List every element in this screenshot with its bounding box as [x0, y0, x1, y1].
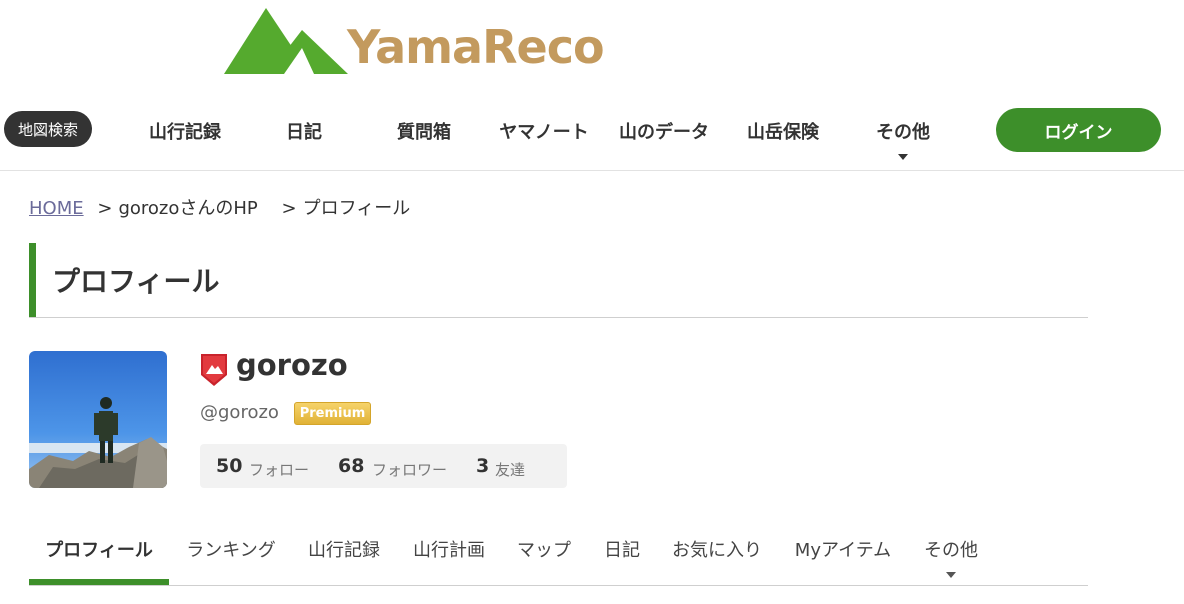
chevron-down-icon[interactable] — [946, 572, 956, 578]
breadcrumb: HOME > gorozoさんのHP > プロフィール — [29, 194, 410, 220]
tab-my-items[interactable]: Myアイテム — [795, 536, 891, 562]
follow-stats: 50 フォロー 68 フォロワー 3 友達 — [200, 444, 567, 488]
profile-handle: @gorozo — [200, 402, 279, 423]
premium-badge: Premium — [294, 402, 371, 425]
nav-item-other[interactable]: その他 — [876, 118, 930, 144]
nav-item-diary[interactable]: 日記 — [286, 118, 322, 144]
tab-ranking[interactable]: ランキング — [186, 536, 275, 562]
tab-records[interactable]: 山行記録 — [308, 536, 380, 562]
tab-plans[interactable]: 山行計画 — [413, 536, 485, 562]
yamareco-logo[interactable]: YamaReco — [224, 8, 605, 78]
breadcrumb-home-link[interactable]: HOME — [29, 198, 84, 219]
follower-label[interactable]: フォロワー — [372, 459, 447, 480]
active-tab-indicator — [29, 579, 169, 585]
map-search-button[interactable]: 地図検索 — [4, 111, 92, 147]
logo-text: YamaReco — [347, 20, 605, 74]
avatar[interactable] — [29, 351, 167, 488]
avatar-photo — [29, 351, 167, 488]
follow-label[interactable]: フォロー — [249, 459, 309, 480]
tab-map[interactable]: マップ — [517, 536, 571, 562]
profile-username: gorozo — [236, 348, 348, 382]
nav-item-yamanote[interactable]: ヤマノート — [499, 118, 588, 144]
breadcrumb-current: プロフィール — [302, 198, 411, 219]
follower-count[interactable]: 68 — [338, 455, 364, 477]
friend-label[interactable]: 友達 — [495, 459, 525, 480]
shield-mountain-icon — [201, 354, 227, 386]
follow-count[interactable]: 50 — [216, 455, 242, 477]
tab-diary[interactable]: 日記 — [604, 536, 640, 562]
friend-count[interactable]: 3 — [476, 455, 489, 477]
page-title-section: プロフィール — [29, 243, 1088, 318]
page-title: プロフィール — [52, 265, 220, 298]
mountain-logo-icon — [224, 8, 348, 74]
title-accent-bar — [29, 243, 36, 317]
profile-tabs: プロフィール ランキング 山行記録 山行計画 マップ 日記 お気に入り Myアイ… — [29, 520, 1088, 586]
breadcrumb-separator: > — [97, 198, 113, 219]
chevron-down-icon[interactable] — [898, 154, 908, 160]
main-nav: 地図検索 山行記録 日記 質問箱 ヤマノート 山のデータ 山岳保険 その他 ログ… — [0, 100, 1184, 171]
login-button[interactable]: ログイン — [996, 108, 1161, 152]
nav-item-insurance[interactable]: 山岳保険 — [747, 118, 819, 144]
nav-item-mountain-data[interactable]: 山のデータ — [619, 118, 709, 144]
nav-item-records[interactable]: 山行記録 — [149, 118, 221, 144]
tab-profile[interactable]: プロフィール — [45, 536, 153, 562]
tab-other[interactable]: その他 — [924, 536, 978, 562]
nav-item-questions[interactable]: 質問箱 — [397, 118, 451, 144]
breadcrumb-separator: > — [281, 198, 297, 219]
breadcrumb-user-hp[interactable]: gorozoさんのHP — [118, 198, 257, 219]
tab-favorites[interactable]: お気に入り — [672, 536, 762, 562]
